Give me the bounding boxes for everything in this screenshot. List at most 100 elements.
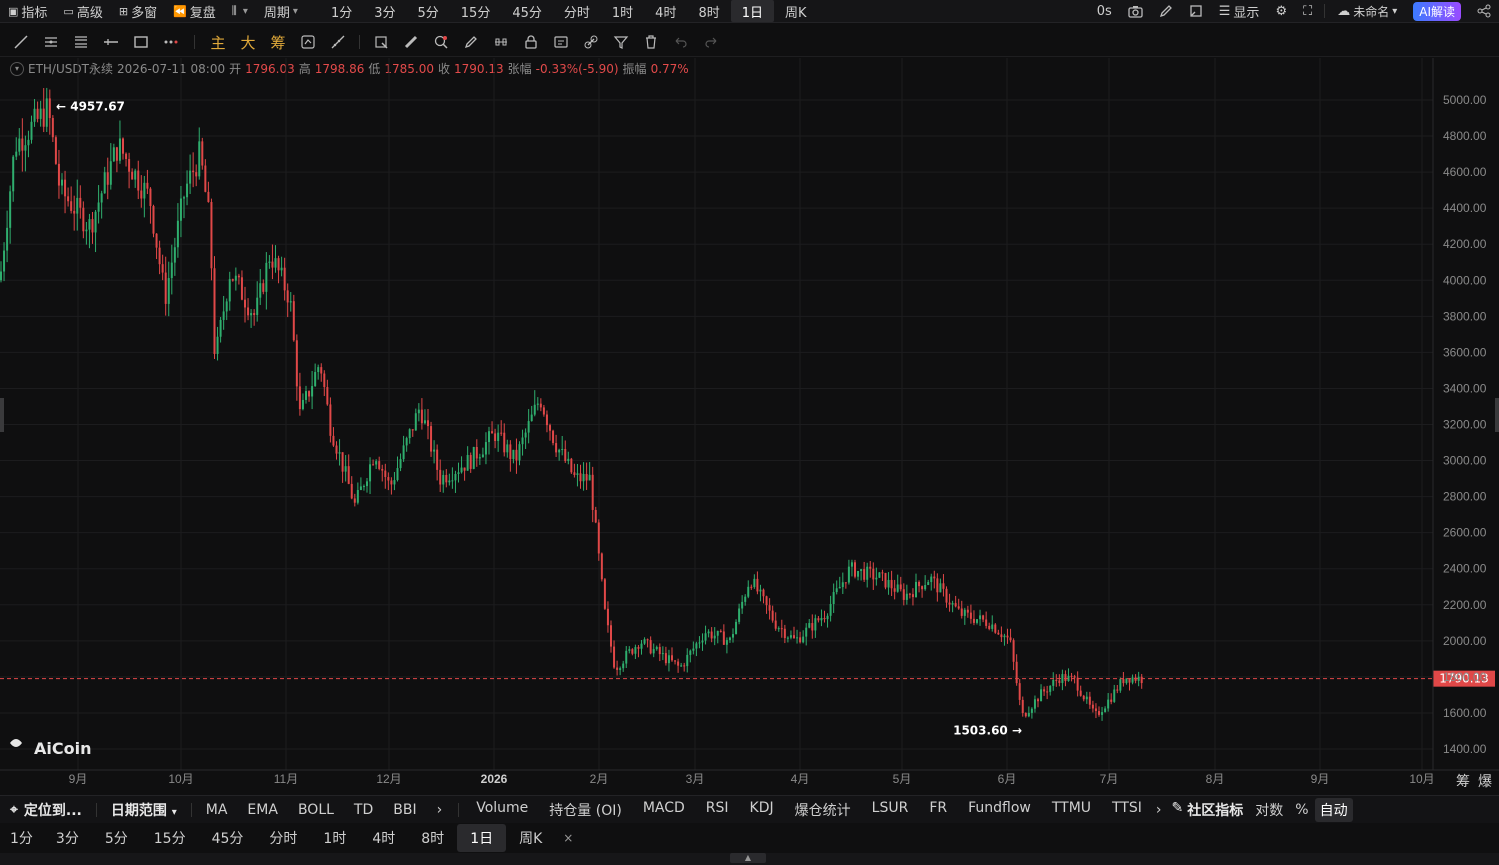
redo-icon[interactable] <box>701 32 721 52</box>
toolbar-item-0[interactable]: ▣ 指标 <box>0 0 55 22</box>
sub-indicator-4[interactable]: KDJ <box>739 800 784 820</box>
community-indicators-button[interactable]: ✎ 社区指标 <box>1166 800 1250 820</box>
candle-body <box>112 147 115 162</box>
percent-scale-toggle[interactable]: % <box>1289 802 1314 818</box>
fullscreen-icon[interactable]: ⛶ <box>1295 0 1320 22</box>
toolbar-item-2[interactable]: ⊞ 多窗 <box>111 0 165 22</box>
fib-lines-icon[interactable] <box>71 32 91 52</box>
toolbar-item-3[interactable]: ⏪ 复盘 <box>165 0 224 22</box>
top-period-0[interactable]: 1分 <box>320 0 363 22</box>
candle-body <box>786 637 789 639</box>
filter-icon[interactable] <box>611 32 631 52</box>
zoom-icon[interactable] <box>431 32 451 52</box>
period-8[interactable]: 8时 <box>408 824 457 852</box>
top-period-8[interactable]: 8时 <box>687 0 730 22</box>
more-tools-icon[interactable] <box>161 32 181 52</box>
trash-icon[interactable] <box>641 32 661 52</box>
period-7[interactable]: 4时 <box>359 824 408 852</box>
candle-body <box>710 631 713 639</box>
sub-indicator-8[interactable]: Fundflow <box>957 800 1041 820</box>
big-order-tool[interactable]: 大 <box>238 32 258 52</box>
candlestick-chart[interactable]: 1790.13← 4957.671503.60 →AiCoin 5000.004… <box>0 58 1499 795</box>
auto-scale-toggle[interactable]: 自动 <box>1314 798 1353 822</box>
main-indicator-ema[interactable]: EMA <box>237 802 288 818</box>
sub-indicators-more-icon[interactable]: › <box>1152 802 1166 818</box>
lock-icon[interactable] <box>521 32 541 52</box>
ai-interpret-button[interactable]: AI解读 <box>1405 0 1469 22</box>
period-5[interactable]: 分时 <box>256 824 310 852</box>
axis-corner-label[interactable]: 筹 <box>1456 773 1470 790</box>
sub-indicator-1[interactable]: 持仓量 (OI) <box>538 800 632 820</box>
main-chip-tool[interactable]: 主 <box>208 32 228 52</box>
candle-body <box>677 661 680 666</box>
sub-indicator-9[interactable]: TTMU <box>1041 800 1101 820</box>
trendline-icon[interactable] <box>11 32 31 52</box>
date-range-dropdown[interactable]: 日期范围 ▾ <box>101 800 187 820</box>
toolbar-item-4[interactable]: ⫼ ▾ <box>224 0 256 22</box>
left-panel-handle[interactable] <box>0 398 4 432</box>
period-3[interactable]: 15分 <box>141 824 199 852</box>
main-indicator-boll[interactable]: BOLL <box>288 802 344 818</box>
top-period-5[interactable]: 分时 <box>553 0 601 22</box>
select-tool-icon[interactable] <box>371 32 391 52</box>
top-period-7[interactable]: 4时 <box>644 0 687 22</box>
measure-tool-icon[interactable] <box>328 32 348 52</box>
main-indicators-more-icon[interactable]: › <box>427 802 453 818</box>
candle-body <box>402 445 405 460</box>
horizontal-line-icon[interactable] <box>101 32 121 52</box>
collapse-panel-handle[interactable]: ▲ <box>730 853 766 863</box>
sub-indicator-2[interactable]: MACD <box>632 800 695 820</box>
top-period-10[interactable]: 周K <box>774 0 818 22</box>
parallel-lines-icon[interactable] <box>41 32 61 52</box>
period-1[interactable]: 3分 <box>43 824 92 852</box>
edit-icon[interactable] <box>1151 0 1181 22</box>
top-period-4[interactable]: 45分 <box>501 0 553 22</box>
candle-body <box>216 336 219 354</box>
settings-gear-icon[interactable]: ⚙ <box>1267 0 1295 22</box>
display-menu[interactable]: ☰ 显示 <box>1211 0 1268 22</box>
right-panel-handle[interactable] <box>1495 398 1499 432</box>
rectangle-icon[interactable] <box>131 32 151 52</box>
period-2[interactable]: 5分 <box>92 824 141 852</box>
top-period-9[interactable]: 1日 <box>730 0 775 22</box>
log-scale-toggle[interactable]: 对数 <box>1249 800 1289 820</box>
period-4[interactable]: 45分 <box>199 824 257 852</box>
close-period-bar-icon[interactable]: × <box>555 824 581 852</box>
period-6[interactable]: 1时 <box>310 824 359 852</box>
locate-button[interactable]: ⌖ 定位到... <box>0 800 92 820</box>
main-indicator-td[interactable]: TD <box>344 802 383 818</box>
axis-corner-label[interactable]: 爆 <box>1478 774 1492 790</box>
share-icon[interactable] <box>1469 0 1499 22</box>
top-period-1[interactable]: 3分 <box>363 0 406 22</box>
ruler-icon[interactable] <box>401 32 421 52</box>
top-period-2[interactable]: 5分 <box>407 0 450 22</box>
popout-icon[interactable] <box>1181 0 1211 22</box>
chip-distribution-tool[interactable]: 筹 <box>268 32 288 52</box>
layout-name-dropdown[interactable]: ☁ 未命名 ▾ <box>1329 0 1405 22</box>
main-indicator-bbi[interactable]: BBI <box>383 802 426 818</box>
period-0[interactable]: 1分 <box>0 824 43 852</box>
main-indicator-ma[interactable]: MA <box>196 802 238 818</box>
candle-body <box>228 279 231 302</box>
screenshot-icon[interactable] <box>1120 0 1151 22</box>
top-period-6[interactable]: 1时 <box>601 0 644 22</box>
sub-indicator-5[interactable]: 爆仓统计 <box>784 800 861 820</box>
period-10[interactable]: 周K <box>506 824 555 852</box>
candle-body <box>753 578 756 588</box>
top-period-3[interactable]: 15分 <box>450 0 502 22</box>
refresh-chart-icon[interactable] <box>298 32 318 52</box>
undo-icon[interactable] <box>671 32 691 52</box>
link-icon[interactable] <box>581 32 601 52</box>
pencil-icon[interactable] <box>461 32 481 52</box>
sub-indicator-10[interactable]: TTSI <box>1101 800 1152 820</box>
sub-indicator-7[interactable]: FR <box>918 800 957 820</box>
sub-indicator-6[interactable]: LSUR <box>861 800 919 820</box>
candle-body <box>616 667 619 670</box>
hide-drawings-icon[interactable] <box>551 32 571 52</box>
sub-indicator-0[interactable]: Volume <box>465 800 538 820</box>
toolbar-item-1[interactable]: ▭ 高级 <box>55 0 110 22</box>
magnet-icon[interactable] <box>491 32 511 52</box>
toolbar-item-5[interactable]: 周期 ▾ <box>256 0 306 22</box>
sub-indicator-3[interactable]: RSI <box>695 800 739 820</box>
period-9[interactable]: 1日 <box>457 824 507 852</box>
